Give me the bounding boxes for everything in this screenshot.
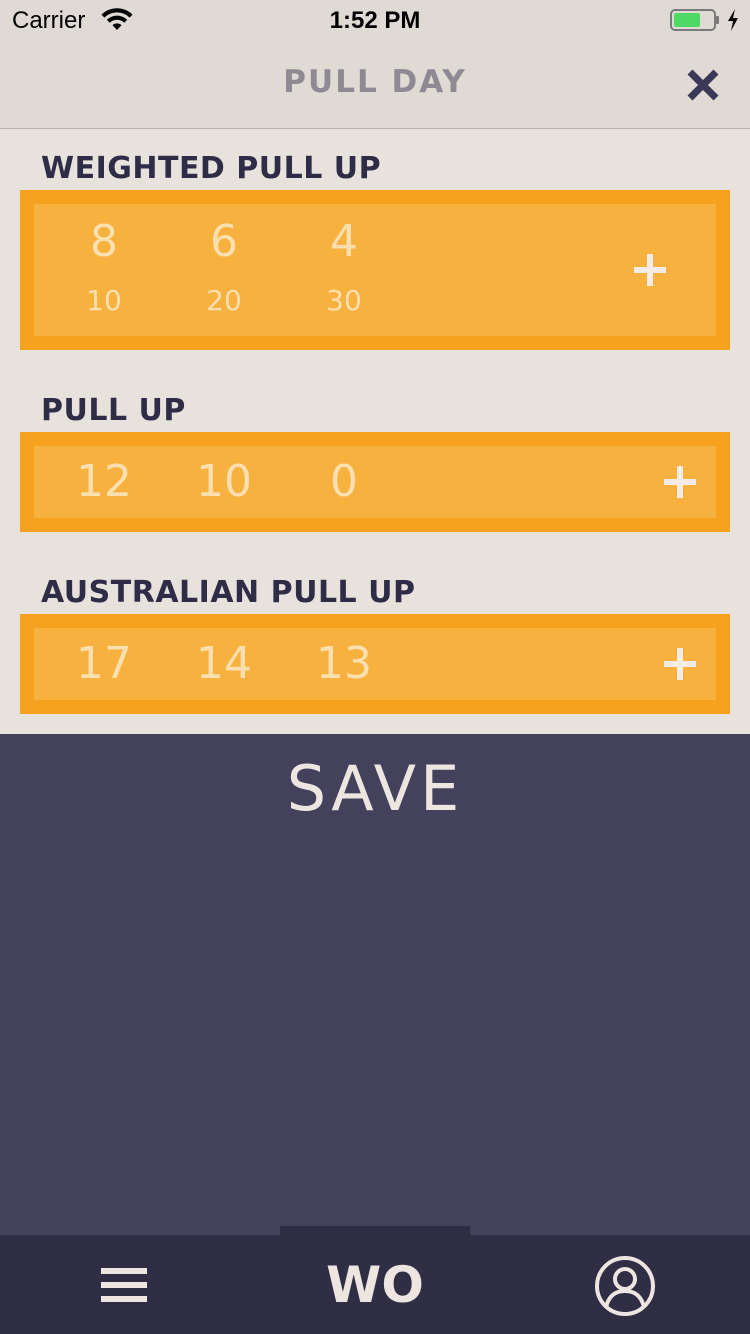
set-reps: 4 xyxy=(330,216,358,267)
exercise-title-australian-pull-up: AUSTRALIAN PULL UP xyxy=(41,575,416,610)
set-cell[interactable]: 14 xyxy=(164,642,284,686)
tab-profile[interactable] xyxy=(590,1253,660,1319)
set-reps: 10 xyxy=(196,456,252,507)
tab-workout[interactable]: WO xyxy=(300,1249,450,1321)
exercise-title-pull-up: PULL UP xyxy=(41,393,186,428)
charging-icon xyxy=(726,8,740,32)
set-cell[interactable]: 13 xyxy=(284,642,404,686)
battery-icon xyxy=(670,9,720,31)
plus-icon xyxy=(664,466,696,498)
exercise-title-weighted-pull-up: WEIGHTED PULL UP xyxy=(41,151,382,186)
close-icon xyxy=(687,69,719,101)
exercise-card-australian-pull-up[interactable]: 17 14 13 xyxy=(20,614,730,714)
plus-icon xyxy=(634,254,666,286)
nav-bar: PULL DAY xyxy=(0,40,750,129)
save-button[interactable]: SAVE xyxy=(0,734,750,834)
set-cell[interactable]: 10 xyxy=(164,460,284,504)
set-cell[interactable]: 4 30 xyxy=(284,220,404,315)
status-bar: Carrier 1:52 PM xyxy=(0,0,750,40)
sets-row: 17 14 13 xyxy=(34,628,716,700)
page-title: PULL DAY xyxy=(283,64,467,100)
menu-icon xyxy=(101,1268,147,1302)
set-weight: 20 xyxy=(206,284,242,317)
set-reps: 0 xyxy=(330,456,358,507)
status-time: 1:52 PM xyxy=(329,7,421,34)
exercise-card-pull-up[interactable]: 12 10 0 xyxy=(20,432,730,532)
set-reps: 6 xyxy=(210,216,238,267)
exercise-card-weighted-pull-up[interactable]: 8 10 6 20 4 30 xyxy=(20,190,730,350)
set-cell[interactable]: 0 xyxy=(284,460,404,504)
set-cell[interactable]: 6 20 xyxy=(164,220,284,315)
set-cell[interactable]: 12 xyxy=(44,460,164,504)
set-weight: 30 xyxy=(326,284,362,317)
close-button[interactable] xyxy=(678,60,728,110)
tab-bar: WO xyxy=(0,1235,750,1334)
tab-menu[interactable] xyxy=(84,1255,164,1315)
workout-content: WEIGHTED PULL UP 8 10 6 20 4 30 PULL UP xyxy=(0,129,750,734)
set-reps: 13 xyxy=(316,638,372,689)
add-set-button[interactable] xyxy=(655,639,705,689)
add-set-button[interactable] xyxy=(625,245,675,295)
set-reps: 14 xyxy=(196,638,252,689)
set-cell[interactable]: 17 xyxy=(44,642,164,686)
plus-icon xyxy=(664,648,696,680)
profile-icon xyxy=(595,1256,655,1316)
set-reps: 12 xyxy=(76,456,132,507)
set-reps: 17 xyxy=(76,638,132,689)
sets-row: 12 10 0 xyxy=(34,446,716,518)
set-cell[interactable]: 8 10 xyxy=(44,220,164,315)
set-weight: 10 xyxy=(86,284,122,317)
set-reps: 8 xyxy=(90,216,118,267)
sets-row: 8 10 6 20 4 30 xyxy=(34,204,716,336)
add-set-button[interactable] xyxy=(655,457,705,507)
